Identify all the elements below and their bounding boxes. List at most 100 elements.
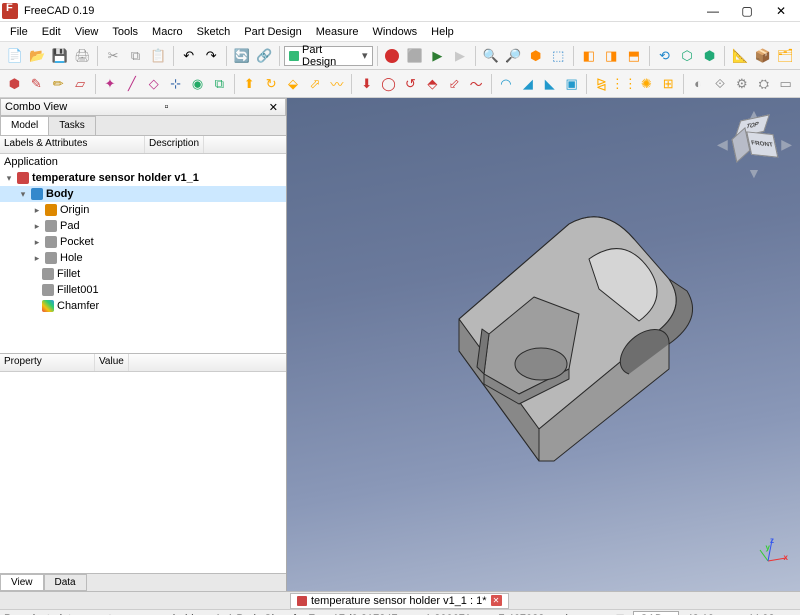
cube-front-face[interactable]: FRONT: [746, 131, 778, 157]
polarpattern-icon[interactable]: ✺: [636, 73, 657, 95]
gear-icon[interactable]: ⛭: [753, 73, 774, 95]
subpipe-icon[interactable]: ⬃: [444, 73, 465, 95]
helix-icon[interactable]: 〰: [326, 73, 347, 95]
tab-data[interactable]: Data: [44, 574, 87, 591]
tab-close-icon[interactable]: ✕: [491, 595, 502, 606]
loft-icon[interactable]: ⬙: [283, 73, 304, 95]
tab-tasks[interactable]: Tasks: [48, 116, 96, 135]
workbench-selector[interactable]: Part Design ▾: [284, 46, 372, 66]
revolution-icon[interactable]: ↻: [261, 73, 282, 95]
tree-origin[interactable]: ▸Origin: [0, 202, 286, 218]
menu-help[interactable]: Help: [425, 24, 460, 40]
nav-style-button[interactable]: CAD ▾: [633, 611, 679, 615]
refresh-icon[interactable]: 🔄: [231, 45, 253, 67]
linpattern-icon[interactable]: ⋮⋮: [613, 73, 635, 95]
subloft-icon[interactable]: ⬘: [422, 73, 443, 95]
tree-body[interactable]: ▾ Body: [0, 186, 286, 202]
panel-undock-icon[interactable]: ▫: [162, 101, 172, 113]
fit-sel-icon[interactable]: 🔎: [502, 45, 524, 67]
paste-icon[interactable]: 📋: [147, 45, 169, 67]
menu-measure[interactable]: Measure: [310, 24, 365, 40]
tree-root[interactable]: Application: [0, 154, 286, 170]
body-icon[interactable]: ⬢: [4, 73, 25, 95]
model-tree[interactable]: Application ▾ temperature sensor holder …: [0, 154, 286, 354]
panel-close-icon[interactable]: ✕: [266, 101, 281, 114]
bbox-icon[interactable]: ⬚: [547, 45, 569, 67]
tree-hole[interactable]: ▸Hole: [0, 250, 286, 266]
macro-record-icon[interactable]: [382, 45, 404, 67]
view-cube-icon[interactable]: ⬡: [676, 45, 698, 67]
redo-icon[interactable]: ↷: [200, 45, 222, 67]
cube-arrow-right-icon[interactable]: ▶: [781, 136, 792, 153]
navigation-cube[interactable]: ▲ ▼ ◀ ▶ TOP FRONT: [717, 106, 792, 181]
subhelix-icon[interactable]: 〜: [466, 73, 487, 95]
macro-play-icon[interactable]: ▶: [449, 45, 471, 67]
datum-cs-icon[interactable]: ⊹: [165, 73, 186, 95]
menu-file[interactable]: File: [4, 24, 34, 40]
shaft-icon[interactable]: ▭: [775, 73, 796, 95]
measure-icon[interactable]: 📐: [729, 45, 751, 67]
fillet-icon[interactable]: ◠: [496, 73, 517, 95]
cut-icon[interactable]: ✂: [102, 45, 124, 67]
datum-point-icon[interactable]: ✦: [100, 73, 121, 95]
tree-pad[interactable]: ▸Pad: [0, 218, 286, 234]
menu-windows[interactable]: Windows: [367, 24, 424, 40]
clone-icon[interactable]: ⧉: [209, 73, 230, 95]
minimize-button[interactable]: —: [696, 1, 730, 21]
menu-edit[interactable]: Edit: [36, 24, 67, 40]
document-tab[interactable]: temperature sensor holder v1_1 : 1* ✕: [290, 593, 509, 609]
undo-icon[interactable]: ↶: [178, 45, 200, 67]
pad-icon[interactable]: ⬆: [239, 73, 260, 95]
edit-sketch-icon[interactable]: ✏: [48, 73, 69, 95]
sprocket-icon[interactable]: ⚙: [731, 73, 752, 95]
pocket-icon[interactable]: ⬇: [356, 73, 377, 95]
tree-chamfer[interactable]: Chamfer: [0, 298, 286, 314]
new-icon[interactable]: 📄: [4, 45, 26, 67]
part-icon[interactable]: 📦: [752, 45, 774, 67]
tab-view[interactable]: View: [0, 574, 44, 591]
maximize-button[interactable]: ▢: [730, 1, 764, 21]
copy-icon[interactable]: ⧉: [125, 45, 147, 67]
tree-fillet001[interactable]: Fillet001: [0, 282, 286, 298]
menu-partdesign[interactable]: Part Design: [238, 24, 307, 40]
chamfer-icon[interactable]: ◢: [517, 73, 538, 95]
hole-icon[interactable]: ◯: [378, 73, 399, 95]
link-icon[interactable]: 🔗: [254, 45, 276, 67]
multitransform-icon[interactable]: ⊞: [658, 73, 679, 95]
menu-tools[interactable]: Tools: [106, 24, 144, 40]
pipe-icon[interactable]: ⬀: [304, 73, 325, 95]
draft-icon[interactable]: ◣: [539, 73, 560, 95]
rotate-icon[interactable]: ⟲: [654, 45, 676, 67]
open-icon[interactable]: 📂: [27, 45, 49, 67]
combo-view-header[interactable]: Combo View ▫ ✕: [0, 98, 286, 116]
macro-list-icon[interactable]: ▶: [427, 45, 449, 67]
3d-viewport[interactable]: ▲ ▼ ◀ ▶ TOP FRONT x y z: [287, 98, 800, 591]
map-sketch-icon[interactable]: ▱: [70, 73, 91, 95]
tree-document[interactable]: ▾ temperature sensor holder v1_1: [0, 170, 286, 186]
cube-arrow-left-icon[interactable]: ◀: [717, 136, 728, 153]
fit-all-icon[interactable]: 🔍: [480, 45, 502, 67]
mirror-icon[interactable]: ⧎: [591, 73, 612, 95]
cube-arrow-down-icon[interactable]: ▼: [747, 165, 761, 181]
tree-pocket[interactable]: ▸Pocket: [0, 234, 286, 250]
iso-icon[interactable]: ◧: [578, 45, 600, 67]
save-icon[interactable]: 💾: [49, 45, 71, 67]
shapebinder-icon[interactable]: ◉: [187, 73, 208, 95]
thickness-icon[interactable]: ▣: [561, 73, 582, 95]
groove-icon[interactable]: ↺: [400, 73, 421, 95]
3d-model[interactable]: [369, 169, 719, 489]
menu-sketch[interactable]: Sketch: [191, 24, 237, 40]
menu-macro[interactable]: Macro: [146, 24, 189, 40]
top-icon[interactable]: ⬒: [623, 45, 645, 67]
tab-model[interactable]: Model: [0, 116, 49, 135]
migrate-icon[interactable]: ⟐: [710, 73, 731, 95]
sketch-icon[interactable]: ✎: [26, 73, 47, 95]
tree-fillet[interactable]: Fillet: [0, 266, 286, 282]
macro-stop-icon[interactable]: ⬛: [404, 45, 426, 67]
boolean-icon[interactable]: ◐: [688, 73, 709, 95]
draw-style-icon[interactable]: ⬢: [525, 45, 547, 67]
print-icon[interactable]: 🖨: [72, 45, 94, 67]
close-button[interactable]: ✕: [764, 1, 798, 21]
front-icon[interactable]: ◨: [601, 45, 623, 67]
view-cube2-icon[interactable]: ⬢: [699, 45, 721, 67]
